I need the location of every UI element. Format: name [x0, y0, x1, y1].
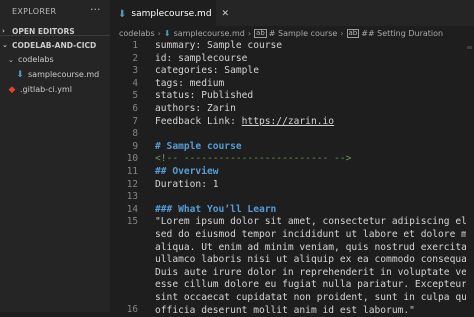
feedback-label: Feedback Link: — [155, 115, 242, 127]
line-number: 4 — [132, 77, 138, 89]
code-line-wrapped: sed do eiusmod tempor incididunt ut labo… — [155, 229, 474, 240]
chevron-right-icon: › — [2, 27, 5, 35]
code-line-wrapped: Duis aute irure dolor in reprehenderit i… — [155, 266, 474, 278]
chevron-right-icon: › — [247, 28, 252, 38]
code-line: status: Published — [155, 90, 254, 102]
code-line: tags: medium — [155, 77, 225, 89]
code-line-feedback: Feedback Link: https://zarin.io — [155, 116, 334, 129]
line-number: 1 — [132, 40, 138, 51]
symbol-string-icon: ab — [346, 28, 360, 38]
code-line-heading: # Sample course — [155, 140, 242, 152]
chevron-down-icon: ⌄ — [2, 41, 8, 49]
line-number: 9 — [132, 140, 138, 152]
line-number: 5 — [132, 90, 138, 102]
line-number: 12 — [126, 178, 138, 190]
markdown-icon: ⬇ — [118, 8, 127, 20]
tab-samplecourse[interactable]: ⬇ samplecourse.md ✕ — [110, 0, 229, 27]
line-number: 8 — [132, 128, 138, 140]
close-icon[interactable]: ✕ — [222, 9, 230, 19]
ellipsis-icon[interactable]: ··· — [90, 3, 101, 16]
tree-item-gitlab-ci[interactable]: ◆ .gitlab-ci.yml — [0, 82, 110, 97]
tree-item-label: .gitlab-ci.yml — [20, 85, 72, 94]
code-line: summary: Sample course — [155, 40, 283, 51]
vertical-scrollbar[interactable] — [466, 40, 474, 312]
code-line-wrapped: ullamco laboris nisi ut aliquip ex ea co… — [155, 254, 474, 266]
explorer-sidebar: EXPLORER ··· › OPEN EDITORS ⌄ CODELAB-AN… — [0, 0, 110, 312]
line-number: 15 — [126, 216, 138, 228]
breadcrumb-item-subheading[interactable]: ## Setting Duration — [361, 29, 443, 38]
code-line-wrapped: officia deserunt mollit anim id est labo… — [155, 304, 415, 316]
line-number: 14 — [126, 203, 138, 215]
tab-label: samplecourse.md — [131, 9, 212, 19]
code-line: authors: Zarin — [155, 103, 236, 114]
tab-bar: ⬇ samplecourse.md ✕ — [110, 0, 474, 27]
feedback-link[interactable]: https://zarin.io — [242, 116, 334, 127]
code-line: id: samplecourse — [155, 52, 248, 64]
line-number: 6 — [132, 103, 138, 114]
breadcrumb-item-heading[interactable]: # Sample course — [269, 29, 338, 38]
markdown-icon: ⬇ — [16, 69, 24, 80]
line-number: 16 — [126, 304, 138, 315]
explorer-title: EXPLORER — [12, 7, 57, 16]
chevron-right-icon: › — [157, 28, 161, 38]
tree-item-label: codelabs — [18, 55, 54, 64]
code-line-heading: ## Overview — [155, 166, 219, 177]
code-editor[interactable]: 1 2 3 4 5 6 7 8 9 10 11 12 13 14 15 16 s… — [110, 40, 474, 316]
code-line-wrapped: esse cillum dolore eu fugiat nulla paria… — [155, 279, 467, 291]
section-divider — [0, 35, 110, 36]
code-line-heading: ### What You’ll Learn — [155, 203, 277, 215]
code-line-wrapped: sint occaecat cupidatat non proident, su… — [155, 292, 473, 303]
line-number: 13 — [126, 191, 138, 203]
code-line-comment: <!-- ------------------------- --> — [155, 153, 352, 165]
code-line-wrapped: aliqua. Ut enim ad minim veniam, quis no… — [155, 241, 474, 253]
line-number: 10 — [126, 153, 138, 165]
breadcrumb-item-file[interactable]: samplecourse.md — [174, 29, 245, 38]
markdown-icon: ⬇ — [163, 28, 171, 38]
tree-item-samplecourse[interactable]: ⬇ samplecourse.md — [0, 67, 110, 82]
code-line-wrapped: "Lorem ipsum dolor sit amet, consectetur… — [155, 216, 474, 228]
symbol-string-icon: ab — [254, 28, 267, 38]
chevron-right-icon: › — [340, 28, 344, 38]
tree-item-label: samplecourse.md — [28, 70, 100, 79]
breadcrumb-item-folder[interactable]: codelabs — [119, 29, 155, 38]
code-line: Duration: 1 — [155, 178, 219, 190]
project-label: CODELAB-AND-CICD — [12, 40, 97, 50]
line-number: 2 — [132, 52, 138, 64]
chevron-down-icon: ⌄ — [8, 55, 14, 64]
code-line: categories: Sample — [155, 65, 259, 77]
breadcrumb: codelabs › ⬇ samplecourse.md › ab # Samp… — [110, 26, 474, 40]
gitlab-icon: ◆ — [8, 84, 16, 95]
line-number: 7 — [132, 115, 138, 127]
line-number: 11 — [126, 166, 138, 177]
tree-item-codelabs[interactable]: ⌄ codelabs — [0, 52, 110, 67]
scrollbar-marker — [467, 46, 472, 49]
project-section[interactable]: ⌄ CODELAB-AND-CICD — [0, 38, 110, 52]
line-number: 3 — [132, 65, 138, 77]
